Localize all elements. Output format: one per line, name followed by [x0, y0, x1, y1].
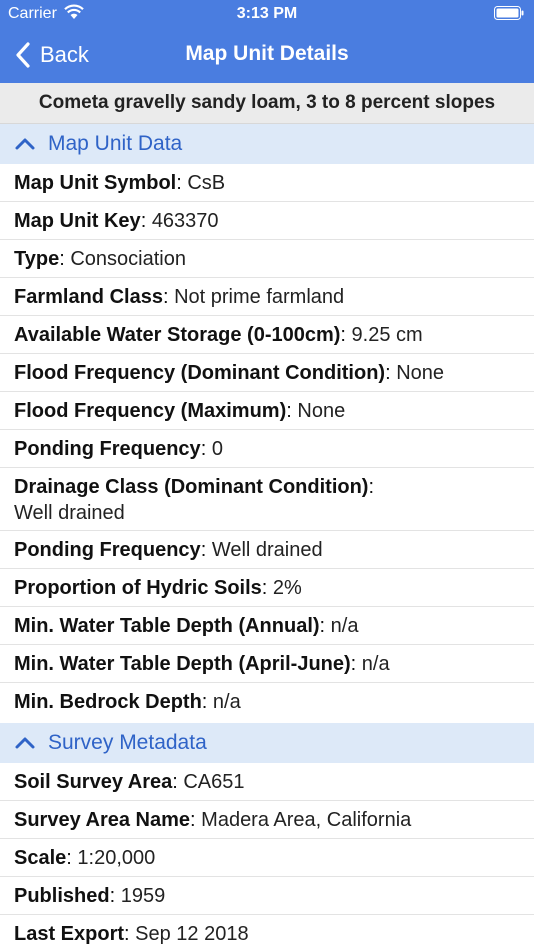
section-header-map-unit-data[interactable]: Map Unit Data [0, 124, 534, 164]
row-label: Min. Bedrock Depth [14, 691, 202, 713]
row-label: Min. Water Table Depth (Annual) [14, 615, 320, 637]
row-value: None [396, 362, 445, 384]
row-label: Scale [14, 847, 67, 869]
detail-row: Soil Survey Area: CA651 [0, 763, 534, 801]
row-label: Flood Frequency (Maximum) [14, 400, 287, 422]
row-label: Survey Area Name [14, 809, 191, 831]
detail-row: Last Export: Sep 12 2018 [14, 923, 249, 945]
header: Carrier 3:13 PM Back Map Unit Details [0, 0, 534, 83]
status-time: 3:13 PM [236, 5, 298, 22]
row-value: None [297, 400, 346, 422]
row-label: Ponding Frequency [14, 539, 201, 561]
row-value: Well drained [14, 502, 125, 524]
row-label: Available Water Storage (0-100cm) [14, 324, 341, 346]
detail-row: Flood Frequency (Dominant Condition): No… [0, 354, 534, 392]
row-value: n/a [330, 615, 359, 637]
row-value: Not prime farmland [174, 286, 345, 308]
row-label: Flood Frequency (Dominant Condition) [14, 362, 386, 384]
row-value: 9.25 cm [351, 324, 423, 346]
row-value: CA651 [183, 771, 245, 793]
battery-icon [494, 6, 524, 20]
row-value: 463370 [151, 210, 219, 232]
detail-row: Map Unit Symbol: CsB [0, 164, 534, 202]
row-value: 2% [272, 577, 302, 599]
row-value: Consociation [70, 248, 186, 270]
detail-row: Drainage Class (Dominant Condition): Well… [0, 468, 534, 531]
detail-row: Ponding Frequency: 0 [0, 430, 534, 468]
detail-row: Proportion of Hydric Soils: 2% [0, 569, 534, 607]
row-value: 1:20,000 [77, 847, 156, 869]
row-label: Min. Water Table Depth (April-June) [14, 653, 351, 675]
detail-row: Farmland Class: Not prime farmland [0, 278, 534, 316]
detail-row: Min. Water Table Depth (April-June): n/a [0, 645, 534, 683]
chevron-up-icon [15, 737, 35, 749]
row-label: Ponding Frequency [14, 438, 201, 460]
row-value: Well drained [211, 539, 323, 561]
detail-row: Min. Water Table Depth (Annual): n/a [0, 607, 534, 645]
row-label: Farmland Class [14, 286, 163, 308]
detail-row: Flood Frequency (Maximum): None [0, 392, 534, 430]
row-label: Last Export [14, 923, 125, 945]
row-value: n/a [361, 653, 390, 675]
detail-row: Survey Area Name: Madera Area, Californi… [0, 801, 534, 839]
row-value: Madera Area, California [201, 809, 412, 831]
section-title: Map Unit Data [48, 132, 183, 155]
row-label: Map Unit Key [14, 210, 141, 232]
section-title: Survey Metadata [48, 731, 207, 754]
detail-row: Ponding Frequency: Well drained [0, 531, 534, 569]
row-label: Soil Survey Area [14, 771, 173, 793]
row-value: Sep 12 2018 [135, 923, 249, 945]
detail-row: Min. Bedrock Depth: n/a [14, 691, 241, 713]
row-label: Proportion of Hydric Soils [14, 577, 262, 599]
row-value: 0 [211, 438, 223, 460]
row-label: Map Unit Symbol [14, 172, 177, 194]
row-label: Published [14, 885, 110, 907]
chevron-up-icon [15, 138, 35, 150]
detail-row: Published: 1959 [0, 877, 534, 915]
row-value: 1959 [120, 885, 166, 907]
row-value: n/a [212, 691, 241, 713]
map-unit-name: Cometa gravelly sandy loam, 3 to 8 perce… [0, 83, 534, 124]
detail-row: Type: Consociation [0, 240, 534, 278]
nav-title: Map Unit Details [185, 42, 349, 65]
status-bar: Carrier 3:13 PM [0, 0, 534, 28]
detail-row: Map Unit Key: 463370 [0, 202, 534, 240]
section-header-survey-metadata[interactable]: Survey Metadata [0, 723, 534, 763]
nav-bar: Back Map Unit Details [0, 28, 534, 83]
detail-row: Available Water Storage (0-100cm): 9.25 … [0, 316, 534, 354]
row-label: Drainage Class (Dominant Condition) [14, 476, 369, 498]
row-label: Type [14, 248, 60, 270]
row-value: CsB [187, 172, 226, 194]
detail-row: Scale: 1:20,000 [0, 839, 534, 877]
